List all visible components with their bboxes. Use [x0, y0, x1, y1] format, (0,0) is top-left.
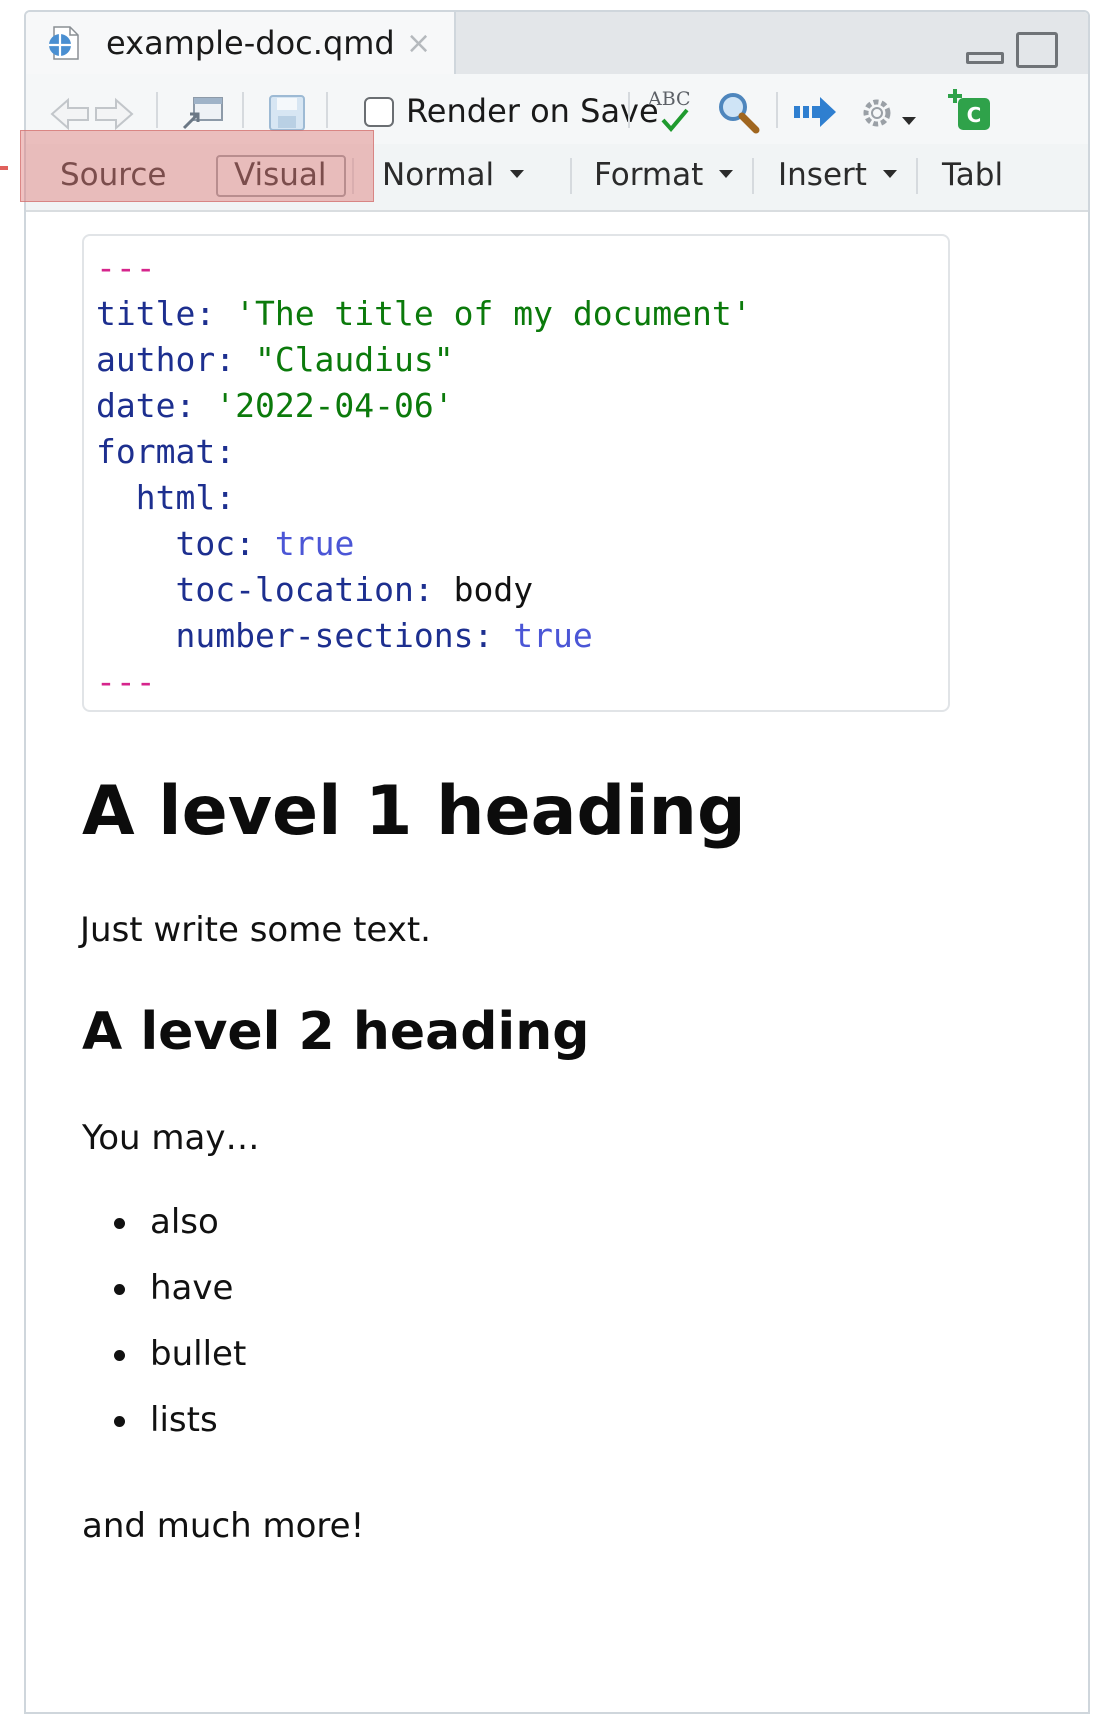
heading-level-2[interactable]: A level 2 heading	[82, 1002, 589, 1062]
maximize-pane-icon[interactable]	[1016, 32, 1058, 68]
annotation-arrow	[0, 166, 8, 170]
chevron-down-icon	[882, 169, 897, 178]
forward-arrow-icon[interactable]	[94, 96, 134, 132]
yaml-number-sections-line: number-sections: true	[175, 616, 593, 655]
paragraph-text[interactable]: Just write some text.	[80, 910, 431, 950]
toolbar-separator	[752, 158, 754, 194]
yaml-format-line: format:	[96, 432, 236, 471]
tab-title: example-doc.qmd	[106, 24, 395, 62]
settings-gear-icon[interactable]	[858, 94, 896, 132]
back-arrow-icon[interactable]	[50, 96, 90, 132]
list-item-text: bullet	[150, 1334, 247, 1374]
format-menu[interactable]: Format	[594, 157, 734, 193]
paragraph-style-dropdown[interactable]: Normal	[382, 157, 525, 193]
table-menu[interactable]: Tabl	[942, 157, 1003, 193]
show-in-window-icon[interactable]	[180, 94, 224, 132]
insert-code-chunk-icon[interactable]: C	[944, 88, 994, 134]
list-item-text: lists	[150, 1400, 218, 1440]
toolbar-separator	[916, 158, 918, 194]
insert-menu-label: Insert	[778, 157, 867, 193]
yaml-toc-line: toc: true	[175, 524, 355, 563]
render-on-save-checkbox[interactable]	[364, 97, 394, 127]
quarto-doc-icon	[49, 26, 79, 60]
yaml-date-line: date: '2022-04-06'	[96, 386, 454, 425]
format-menu-label: Format	[594, 157, 704, 193]
close-tab-icon[interactable]: ×	[406, 26, 431, 61]
find-icon[interactable]	[716, 90, 760, 134]
list-item[interactable]: bullet	[112, 1334, 246, 1400]
list-item[interactable]: have	[112, 1268, 246, 1334]
list-item[interactable]: lists	[112, 1400, 246, 1466]
minimize-pane-icon[interactable]	[966, 52, 1004, 64]
yaml-open-delimiter: ---	[96, 248, 156, 287]
save-icon[interactable]	[268, 94, 306, 132]
chevron-down-icon	[510, 169, 525, 178]
editor-pane: example-doc.qmd × Render on Save ABC C S…	[24, 10, 1090, 1714]
paragraph-style-label: Normal	[382, 157, 495, 193]
chevron-down-icon	[719, 169, 734, 178]
render-on-save-label: Render on Save	[406, 92, 659, 130]
bullet-list: also have bullet lists	[112, 1202, 246, 1466]
paragraph-text[interactable]: and much more!	[82, 1506, 364, 1546]
toolbar-separator	[776, 92, 778, 128]
yaml-html-line: html:	[135, 478, 236, 517]
toolbar-separator	[628, 92, 630, 128]
insert-menu[interactable]: Insert	[778, 157, 897, 193]
bullet-icon	[114, 1350, 125, 1361]
source-visual-highlight	[20, 130, 374, 202]
toolbar-separator	[242, 92, 244, 128]
yaml-title-line: title: 'The title of my document'	[96, 294, 752, 333]
yaml-front-matter[interactable]: --- title: 'The title of my document' au…	[82, 234, 950, 712]
render-icon[interactable]	[792, 94, 838, 130]
spellcheck-icon[interactable]: ABC	[648, 88, 702, 136]
tab-example-doc[interactable]: example-doc.qmd ×	[26, 12, 456, 76]
yaml-toc-location-line: toc-location: body	[175, 570, 534, 609]
svg-text:C: C	[967, 103, 982, 127]
toolbar-separator	[326, 92, 328, 128]
toolbar-separator	[156, 92, 158, 128]
settings-dropdown-icon[interactable]	[902, 116, 916, 125]
bullet-icon	[114, 1284, 125, 1295]
bullet-icon	[114, 1416, 125, 1427]
list-item[interactable]: also	[112, 1202, 246, 1268]
toolbar-separator	[570, 158, 572, 194]
yaml-close-delimiter: ---	[96, 662, 156, 701]
tab-strip: example-doc.qmd ×	[26, 12, 1088, 76]
heading-level-1[interactable]: A level 1 heading	[82, 772, 746, 851]
bullet-icon	[114, 1218, 125, 1229]
yaml-author-line: author: "Claudius"	[96, 340, 454, 379]
paragraph-text[interactable]: You may…	[82, 1118, 260, 1158]
list-item-text: also	[150, 1202, 219, 1242]
list-item-text: have	[150, 1268, 234, 1308]
